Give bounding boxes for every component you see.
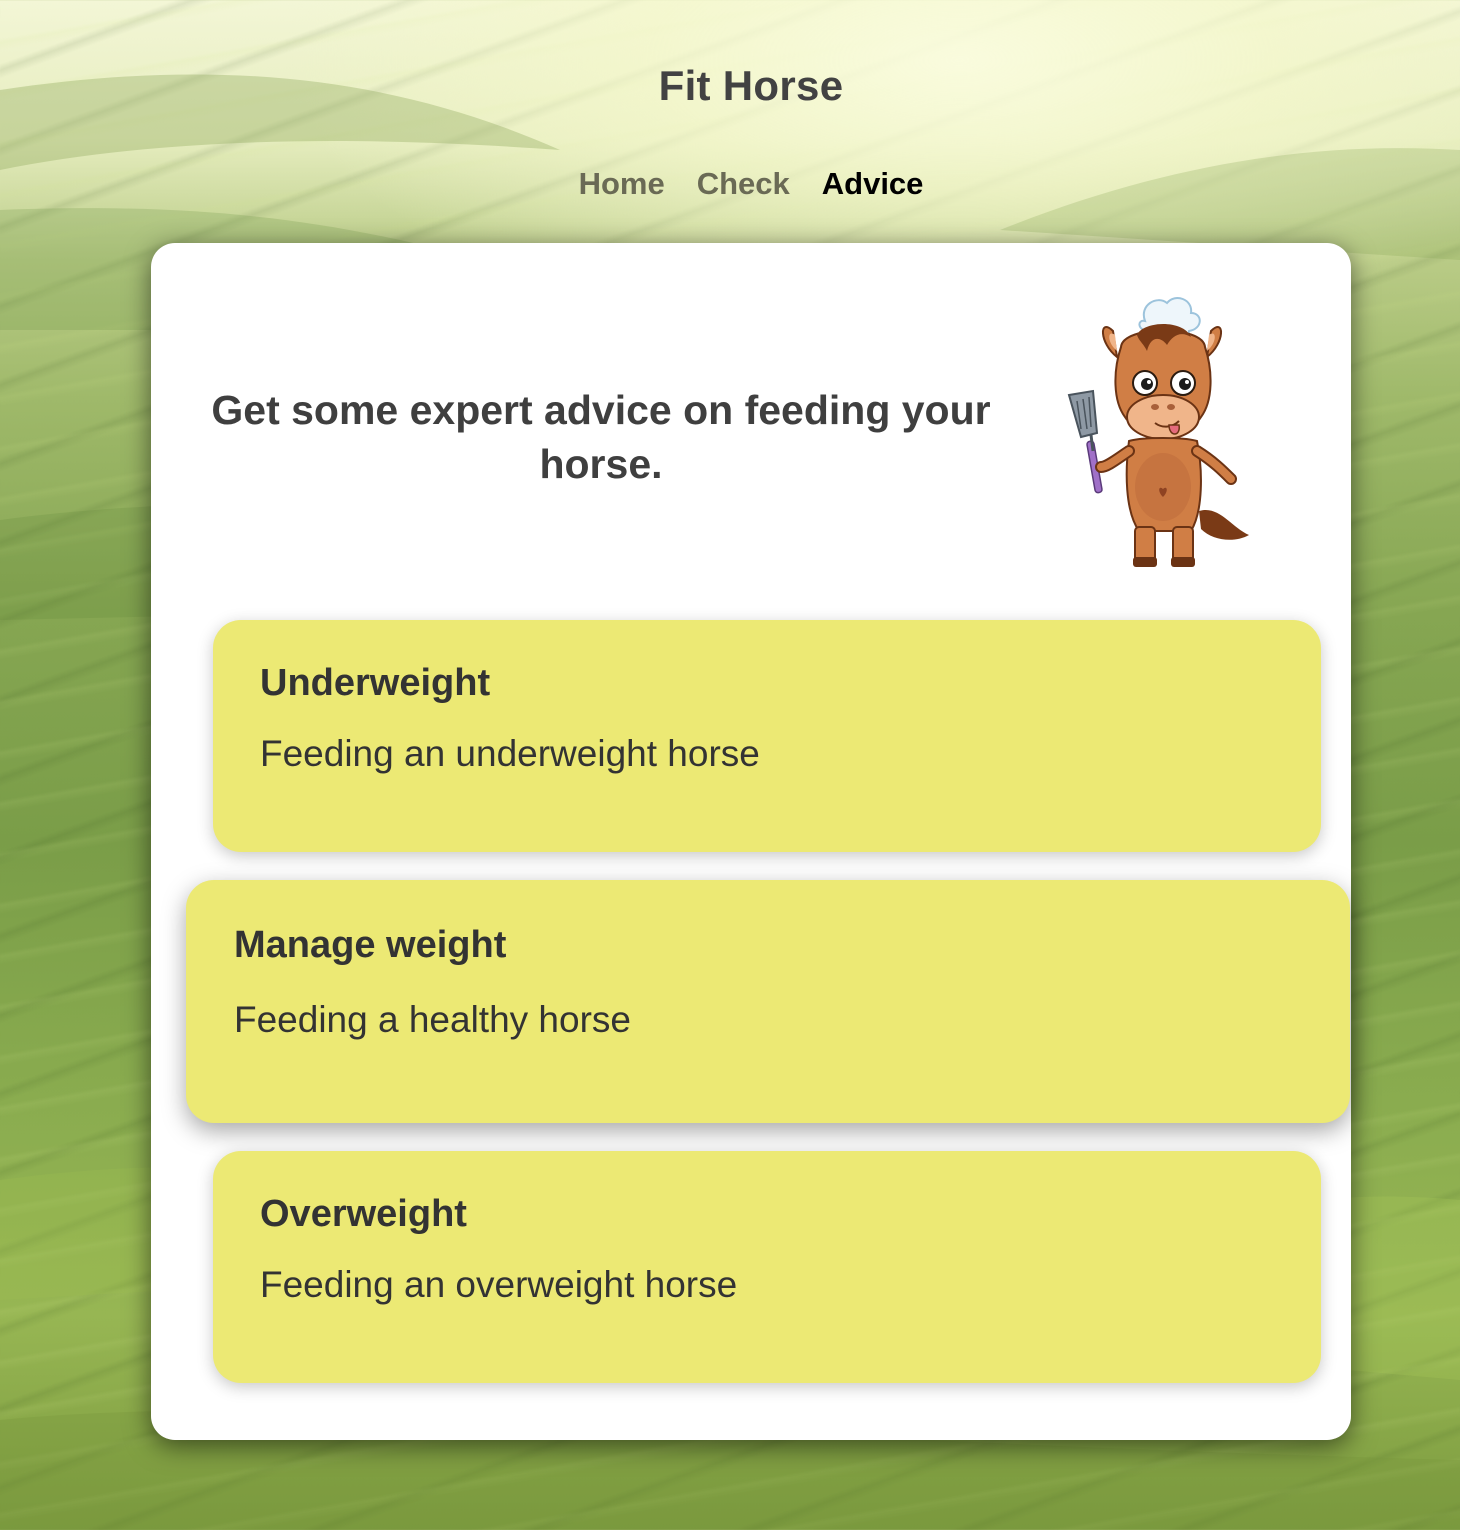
- nav-advice[interactable]: Advice: [822, 166, 924, 202]
- chef-horse-illustration: [1067, 297, 1249, 567]
- option-title: Underweight: [260, 662, 491, 704]
- site-title: Fit Horse: [658, 62, 844, 109]
- advice-card: Get some expert advice on feeding your h…: [151, 243, 1351, 1440]
- option-underweight[interactable]: Underweight Feeding an underweight horse: [213, 620, 1321, 852]
- nav-check[interactable]: Check: [697, 166, 790, 202]
- option-description: Feeding a healthy horse: [234, 999, 631, 1040]
- spatula-icon: [1067, 389, 1103, 494]
- nav-home[interactable]: Home: [579, 166, 665, 202]
- option-manage-weight[interactable]: Manage weight Feeding a healthy horse: [186, 880, 1350, 1123]
- option-title: Manage weight: [234, 924, 507, 966]
- option-title: Overweight: [260, 1193, 467, 1235]
- main-nav: Home Check Advice: [0, 166, 1460, 202]
- option-description: Feeding an overweight horse: [260, 1264, 738, 1305]
- option-description: Feeding an underweight horse: [260, 733, 760, 774]
- option-overweight[interactable]: Overweight Feeding an overweight horse: [213, 1151, 1321, 1383]
- advice-headline: Get some expert advice on feeding your h…: [211, 387, 991, 487]
